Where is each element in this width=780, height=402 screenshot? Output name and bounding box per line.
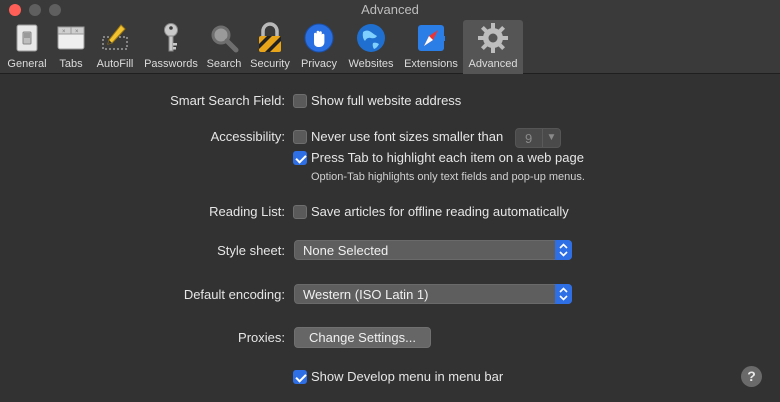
magnifier-icon bbox=[208, 22, 240, 54]
preferences-window: Advanced General × × Tabs AutoFill Passw… bbox=[0, 0, 780, 402]
default-encoding-label: Default encoding: bbox=[183, 287, 285, 302]
show-develop-menu-text: Show Develop menu in menu bar bbox=[311, 369, 504, 384]
svg-text:×: × bbox=[75, 29, 79, 35]
help-button[interactable]: ? bbox=[741, 366, 762, 387]
tab-extensions-label: Extensions bbox=[404, 58, 458, 70]
tab-websites-label: Websites bbox=[348, 58, 394, 70]
general-switch-icon bbox=[11, 22, 43, 54]
tab-search[interactable]: Search bbox=[203, 20, 245, 74]
window-title: Advanced bbox=[361, 2, 419, 17]
tab-advanced-label: Advanced bbox=[468, 58, 518, 70]
chevron-down-icon: ▼ bbox=[542, 129, 560, 147]
globe-icon bbox=[355, 22, 387, 54]
lock-icon bbox=[254, 22, 286, 54]
style-sheet-popup[interactable]: None Selected bbox=[294, 240, 572, 260]
tab-general-label: General bbox=[7, 58, 47, 70]
style-sheet-label: Style sheet: bbox=[217, 243, 285, 258]
tab-passwords-label: Passwords bbox=[144, 58, 198, 70]
tab-privacy[interactable]: Privacy bbox=[295, 20, 343, 74]
tab-tabs[interactable]: × × Tabs bbox=[51, 20, 91, 74]
smart-search-label: Smart Search Field: bbox=[170, 93, 285, 108]
autofill-pencil-icon bbox=[99, 22, 131, 54]
tab-advanced[interactable]: Advanced bbox=[463, 20, 523, 74]
default-encoding-value: Western (ISO Latin 1) bbox=[303, 287, 429, 302]
hand-icon bbox=[303, 22, 335, 54]
accessibility-label: Accessibility: bbox=[210, 129, 285, 144]
tabs-window-icon: × × bbox=[55, 22, 87, 54]
toolbar: Advanced General × × Tabs AutoFill Passw… bbox=[0, 0, 780, 74]
min-font-size-checkbox[interactable] bbox=[293, 130, 307, 144]
offline-reading-text: Save articles for offline reading automa… bbox=[311, 204, 569, 219]
tab-general[interactable]: General bbox=[3, 20, 51, 74]
tab-privacy-label: Privacy bbox=[300, 58, 338, 70]
tab-extensions[interactable]: Extensions bbox=[399, 20, 463, 74]
min-font-size-select[interactable]: 9 ▼ bbox=[515, 128, 561, 148]
tab-autofill-label: AutoFill bbox=[96, 58, 134, 70]
proxies-label: Proxies: bbox=[238, 330, 285, 345]
min-font-size-text: Never use font sizes smaller than bbox=[311, 129, 504, 144]
show-full-address-text: Show full website address bbox=[311, 93, 462, 108]
preference-tabs: General × × Tabs AutoFill Passwords Sear… bbox=[3, 20, 523, 74]
gear-icon bbox=[477, 22, 509, 54]
compass-icon bbox=[415, 22, 447, 54]
show-develop-menu-checkbox[interactable] bbox=[293, 370, 307, 384]
tab-security[interactable]: Security bbox=[245, 20, 295, 74]
reading-list-label: Reading List: bbox=[209, 204, 285, 219]
press-tab-text: Press Tab to highlight each item on a we… bbox=[311, 150, 584, 165]
default-encoding-popup[interactable]: Western (ISO Latin 1) bbox=[294, 284, 572, 304]
min-font-size-value: 9 bbox=[525, 131, 533, 146]
press-tab-checkbox[interactable] bbox=[293, 151, 307, 165]
option-tab-note: Option-Tab highlights only text fields a… bbox=[311, 171, 585, 183]
tab-autofill[interactable]: AutoFill bbox=[91, 20, 139, 74]
show-full-address-checkbox[interactable] bbox=[293, 94, 307, 108]
tab-security-label: Security bbox=[250, 58, 290, 70]
updown-chevron-icon bbox=[555, 284, 572, 304]
tab-search-label: Search bbox=[206, 58, 242, 70]
key-icon bbox=[155, 22, 187, 54]
style-sheet-value: None Selected bbox=[303, 243, 389, 258]
offline-reading-checkbox[interactable] bbox=[293, 205, 307, 219]
change-settings-button[interactable]: Change Settings... bbox=[294, 327, 431, 348]
tab-websites[interactable]: Websites bbox=[343, 20, 399, 74]
tab-passwords[interactable]: Passwords bbox=[139, 20, 203, 74]
tab-tabs-label: Tabs bbox=[59, 58, 83, 70]
updown-chevron-icon bbox=[555, 240, 572, 260]
svg-text:×: × bbox=[62, 29, 66, 35]
